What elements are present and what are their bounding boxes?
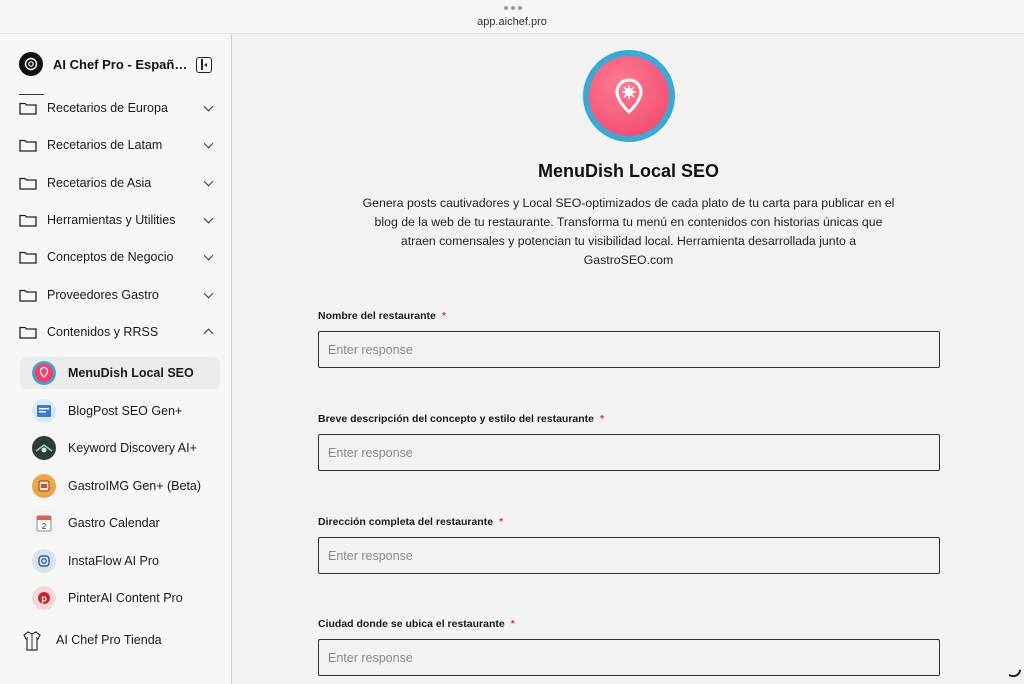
map-pin-icon [32, 361, 56, 385]
sidebar-app-blogpost[interactable]: BlogPost SEO Gen+ [20, 395, 220, 427]
pinterest-icon: p [32, 586, 56, 610]
folder-icon [19, 326, 37, 339]
folder-label: Recetarios de Europa [47, 101, 168, 115]
keyword-icon [32, 436, 56, 460]
image-gen-icon [32, 474, 56, 498]
chevron-down-icon [203, 213, 214, 224]
app-label: Gastro Calendar [68, 516, 160, 530]
folder-label: Recetarios de Asia [47, 176, 152, 190]
sidebar-app-menudish[interactable]: MenuDish Local SEO [20, 357, 220, 389]
browser-top-bar: app.aichef.pro [0, 0, 1024, 34]
folder-label: Contenidos y RRSS [47, 325, 159, 339]
address-bar-url[interactable]: app.aichef.pro [0, 16, 1024, 28]
field-label-direccion: Dirección completa del restaurante * [318, 516, 504, 528]
restaurant-name-input[interactable] [318, 331, 940, 368]
chef-jacket-icon [23, 631, 41, 651]
restaurant-city-input[interactable] [318, 639, 940, 676]
blog-icon [32, 399, 56, 423]
app-label: InstaFlow AI Pro [68, 554, 160, 568]
svg-text:p: p [41, 594, 47, 604]
chevron-down-icon [203, 250, 214, 261]
folder-label: Proveedores Gastro [47, 288, 159, 302]
sidebar: AI Chef Pro - Españ… Recetarios de Europ… [0, 34, 232, 684]
sidebar-store-link[interactable]: AI Chef Pro Tienda [22, 630, 162, 652]
store-label: AI Chef Pro Tienda [56, 633, 162, 647]
sidebar-folder-latam[interactable]: Recetarios de Latam [19, 135, 219, 155]
app-label: PinterAI Content Pro [68, 591, 183, 605]
field-label-ciudad: Ciudad donde se ubica el restaurante * [318, 618, 515, 630]
folder-icon [19, 177, 37, 190]
sidebar-divider [19, 94, 44, 95]
brand[interactable]: AI Chef Pro - Españ… [19, 52, 187, 76]
folder-icon [19, 214, 37, 227]
page-title: MenuDish Local SEO [537, 161, 720, 181]
sidebar-folder-herramientas[interactable]: Herramientas y Utilities [19, 210, 219, 230]
field-label-descripcion: Breve descripción del concepto y estilo … [318, 413, 605, 425]
sidebar-folder-contenidos[interactable]: Contenidos y RRSS [19, 322, 219, 342]
restaurant-description-input[interactable] [318, 434, 940, 471]
svg-text:2: 2 [42, 522, 47, 531]
instagram-icon [32, 549, 56, 573]
folder-icon [19, 102, 37, 115]
sidebar-app-pinterai[interactable]: p PinterAI Content Pro [20, 582, 220, 614]
brand-name: AI Chef Pro - Españ… [53, 56, 188, 72]
main-content: MenuDish Local SEO Genera posts cautivad… [233, 34, 1024, 684]
app-hero-map-pin-icon [583, 50, 675, 142]
app-label: Keyword Discovery AI+ [68, 441, 197, 455]
folder-label: Recetarios de Latam [47, 138, 163, 152]
required-marker: * [510, 618, 515, 630]
required-marker: * [499, 516, 504, 528]
sidebar-folder-negocio[interactable]: Conceptos de Negocio [19, 247, 219, 267]
folder-label: Herramientas y Utilities [47, 213, 176, 227]
sidebar-app-gastroimg[interactable]: GastroIMG Gen+ (Beta) [20, 470, 220, 502]
required-marker: * [600, 413, 605, 425]
chevron-down-icon [203, 176, 214, 187]
sidebar-folder-europa[interactable]: Recetarios de Europa [19, 98, 219, 118]
folder-icon [19, 289, 37, 302]
folder-icon [19, 139, 37, 152]
required-marker: * [441, 310, 446, 322]
folder-label: Conceptos de Negocio [47, 250, 174, 264]
page-description: Genera posts cautivadores y Local SEO-op… [362, 196, 895, 267]
sidebar-app-keyword[interactable]: Keyword Discovery AI+ [20, 432, 220, 464]
folder-icon [19, 251, 37, 264]
app-label: MenuDish Local SEO [68, 366, 194, 380]
sidebar-app-calendar[interactable]: 2 Gastro Calendar [20, 507, 220, 539]
app-label: BlogPost SEO Gen+ [68, 404, 183, 418]
field-label-nombre: Nombre del restaurante * [318, 310, 446, 322]
chevron-down-icon [203, 288, 214, 299]
restaurant-address-input[interactable] [318, 537, 940, 574]
chevron-down-icon [203, 138, 214, 149]
openai-logo-icon [19, 52, 43, 76]
sidebar-folder-asia[interactable]: Recetarios de Asia [19, 173, 219, 193]
sidebar-folder-proveedores[interactable]: Proveedores Gastro [19, 285, 219, 305]
calendar-icon: 2 [32, 511, 56, 535]
chevron-up-icon [203, 328, 214, 339]
sidebar-toggle-icon[interactable] [196, 57, 212, 73]
chevron-down-icon [203, 101, 214, 112]
window-dots-icon[interactable] [504, 6, 522, 10]
app-label: GastroIMG Gen+ (Beta) [68, 479, 202, 493]
sidebar-app-instaflow[interactable]: InstaFlow AI Pro [20, 545, 220, 577]
resize-corner-icon[interactable] [1008, 666, 1022, 680]
